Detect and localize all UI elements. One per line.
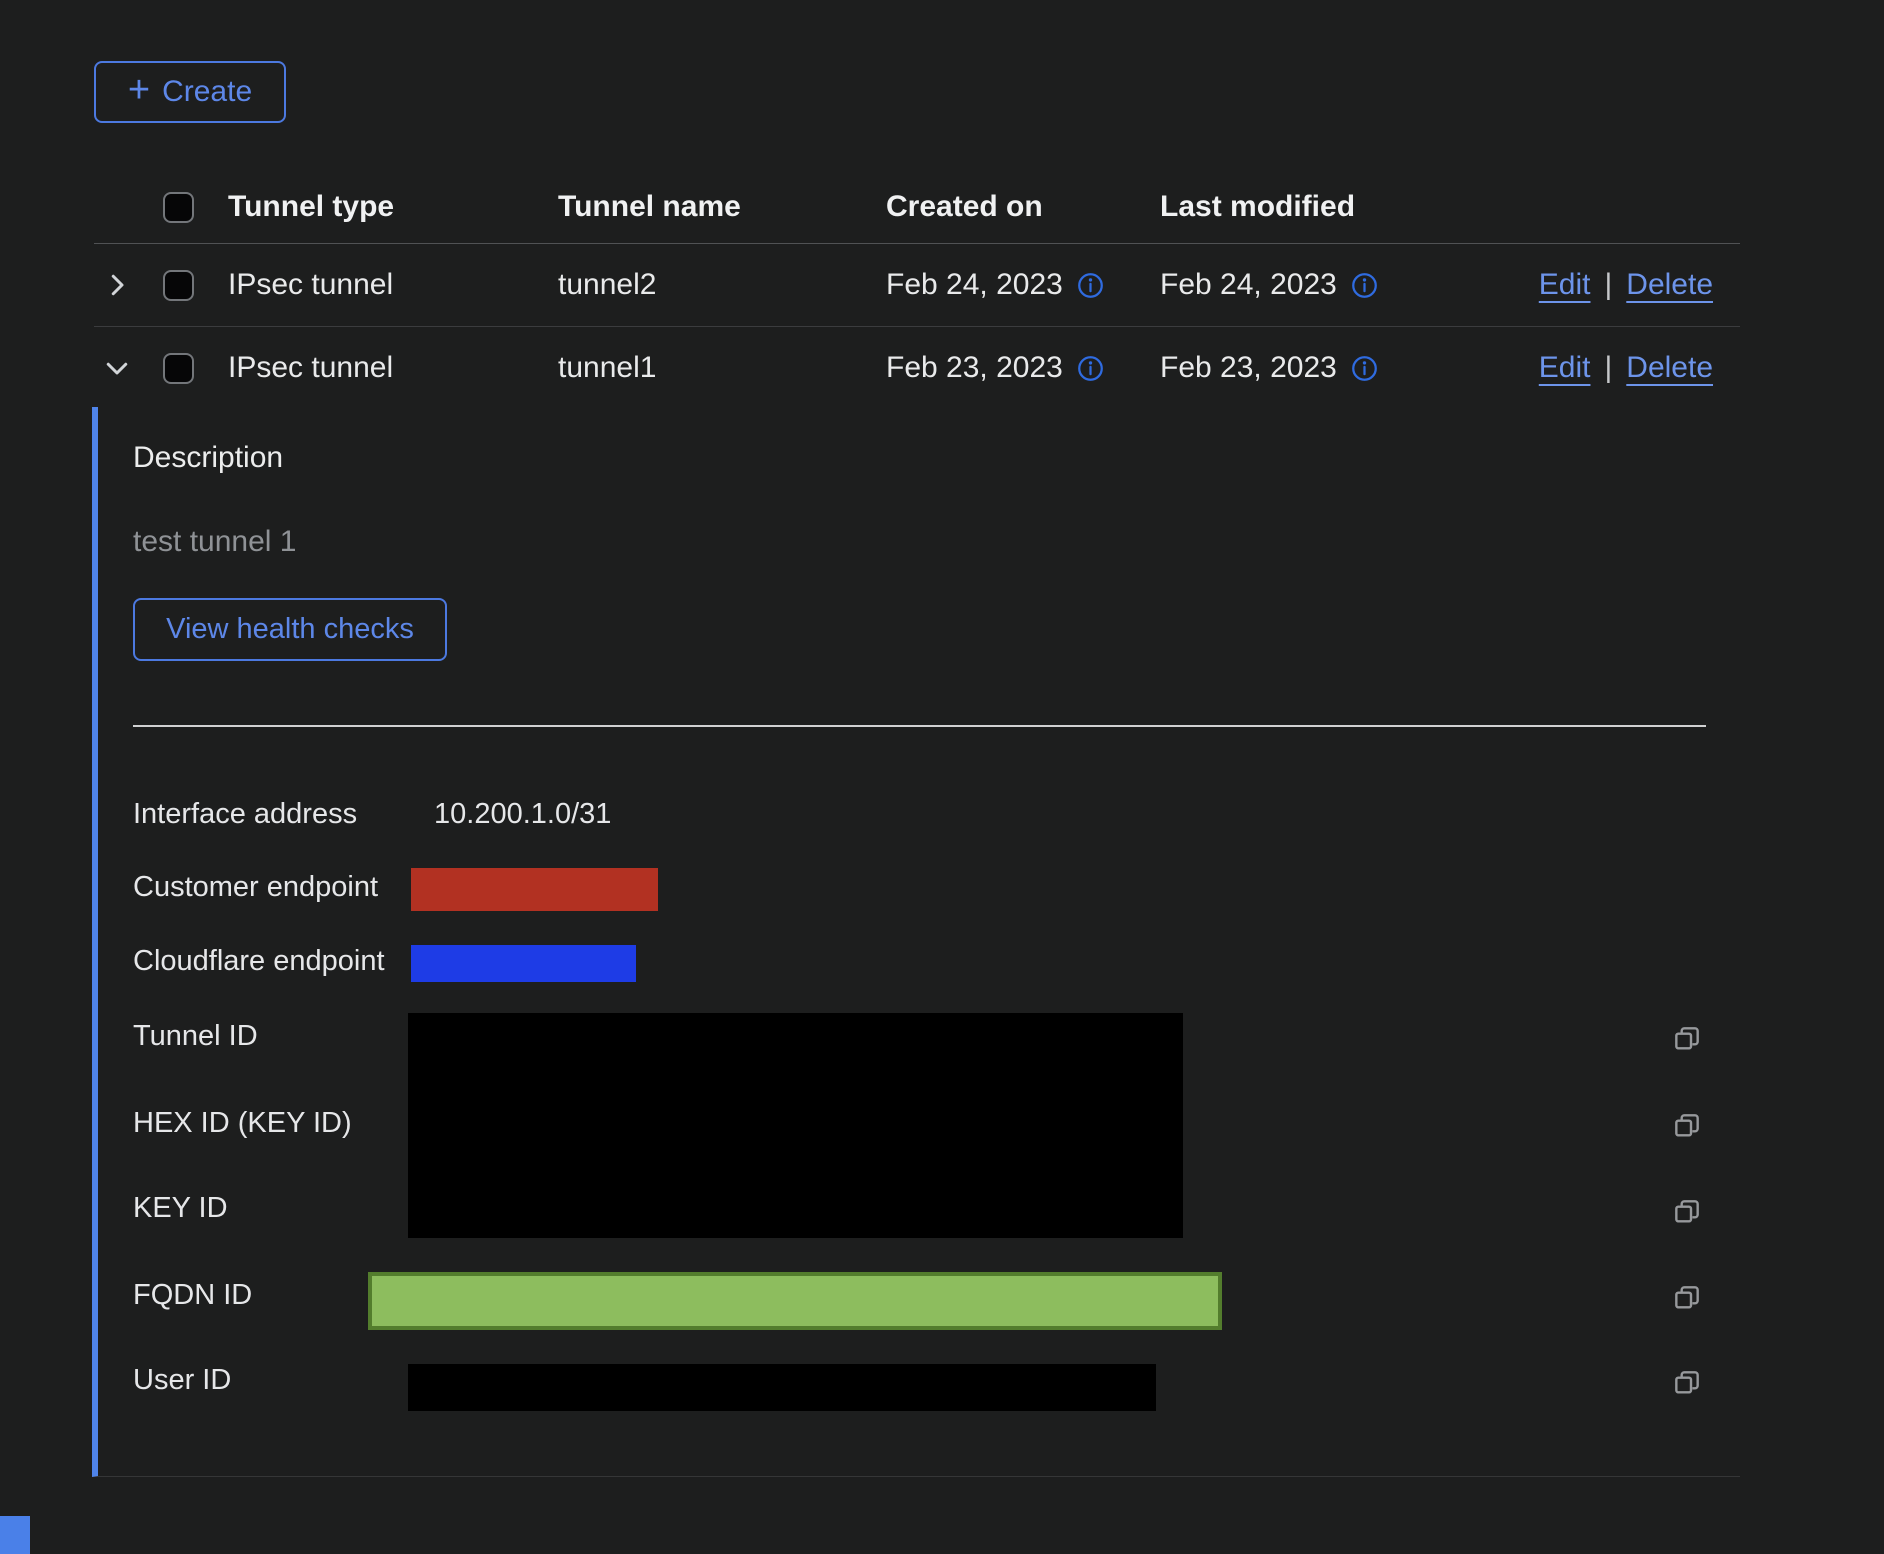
copy-icon	[1671, 1196, 1703, 1228]
link-separator: |	[1604, 351, 1612, 385]
row-checkbox[interactable]	[163, 270, 194, 301]
last-modified-cell: Feb 24, 2023	[1160, 268, 1337, 302]
header-tunnel-type: Tunnel type	[228, 190, 558, 224]
chevron-right-icon	[102, 270, 132, 300]
fqdn-id-label: FQDN ID	[133, 1279, 252, 1312]
description-label: Description	[133, 441, 283, 475]
copy-icon	[1671, 1282, 1703, 1314]
tunnel-type-cell: IPsec tunnel	[228, 268, 558, 302]
created-on-cell: Feb 23, 2023	[886, 351, 1063, 385]
tunnel-details-panel: Description test tunnel 1 View health ch…	[92, 407, 1740, 1477]
copy-hex-id-button[interactable]	[1670, 1110, 1704, 1144]
copy-icon	[1671, 1110, 1703, 1142]
copy-tunnel-id-button[interactable]	[1670, 1023, 1704, 1057]
create-button-label: Create	[162, 75, 252, 109]
customer-endpoint-label: Customer endpoint	[133, 871, 378, 904]
info-icon[interactable]	[1077, 355, 1104, 382]
table-row: IPsec tunnel tunnel2 Feb 24, 2023 Feb 24…	[94, 244, 1740, 327]
hex-id-label: HEX ID (KEY ID)	[133, 1107, 352, 1140]
header-last-modified: Last modified	[1160, 190, 1434, 224]
info-icon[interactable]	[1077, 272, 1104, 299]
tunnel-id-label: Tunnel ID	[133, 1020, 258, 1053]
copy-fqdn-id-button[interactable]	[1670, 1282, 1704, 1316]
tunnel-type-cell: IPsec tunnel	[228, 351, 558, 385]
interface-address-label: Interface address	[133, 798, 357, 831]
tunnel-name-cell: tunnel1	[558, 351, 886, 385]
header-created-on: Created on	[886, 190, 1160, 224]
select-all-checkbox[interactable]	[163, 192, 194, 223]
tunnel-name-cell: tunnel2	[558, 268, 886, 302]
copy-icon	[1671, 1367, 1703, 1399]
section-divider	[133, 725, 1706, 727]
create-button[interactable]: + Create	[94, 61, 286, 123]
interface-address-value: 10.200.1.0/31	[434, 798, 611, 831]
ids-redacted-block	[408, 1013, 1183, 1238]
user-id-label: User ID	[133, 1364, 231, 1397]
fqdn-id-redacted-value	[368, 1272, 1222, 1330]
cloudflare-endpoint-label: Cloudflare endpoint	[133, 945, 385, 978]
row-checkbox[interactable]	[163, 353, 194, 384]
info-icon[interactable]	[1351, 272, 1378, 299]
copy-icon	[1671, 1023, 1703, 1055]
chevron-down-icon	[102, 353, 132, 383]
info-icon[interactable]	[1351, 355, 1378, 382]
created-on-cell: Feb 24, 2023	[886, 268, 1063, 302]
tunnels-table: Tunnel type Tunnel name Created on Last …	[94, 171, 1740, 409]
table-row: IPsec tunnel tunnel1 Feb 23, 2023 Feb 23…	[94, 327, 1740, 409]
edit-link[interactable]: Edit	[1539, 268, 1591, 302]
cloudflare-endpoint-redacted-value	[411, 945, 636, 982]
customer-endpoint-redacted-value	[411, 868, 658, 911]
table-header-row: Tunnel type Tunnel name Created on Last …	[94, 171, 1740, 244]
collapse-row-button[interactable]	[94, 352, 163, 384]
last-modified-cell: Feb 23, 2023	[1160, 351, 1337, 385]
copy-key-id-button[interactable]	[1670, 1196, 1704, 1230]
link-separator: |	[1604, 268, 1612, 302]
user-id-redacted-value	[408, 1364, 1156, 1411]
expand-row-button[interactable]	[94, 269, 163, 301]
delete-link[interactable]: Delete	[1626, 268, 1713, 302]
delete-link[interactable]: Delete	[1626, 351, 1713, 385]
view-health-checks-button[interactable]: View health checks	[133, 598, 447, 661]
copy-user-id-button[interactable]	[1670, 1367, 1704, 1401]
edit-link[interactable]: Edit	[1539, 351, 1591, 385]
description-value: test tunnel 1	[133, 525, 296, 559]
tunnels-page: + Create Tunnel type Tunnel name Created…	[0, 0, 1884, 1554]
header-tunnel-name: Tunnel name	[558, 190, 886, 224]
key-id-label: KEY ID	[133, 1192, 228, 1225]
floating-widget-partial[interactable]	[0, 1516, 30, 1554]
